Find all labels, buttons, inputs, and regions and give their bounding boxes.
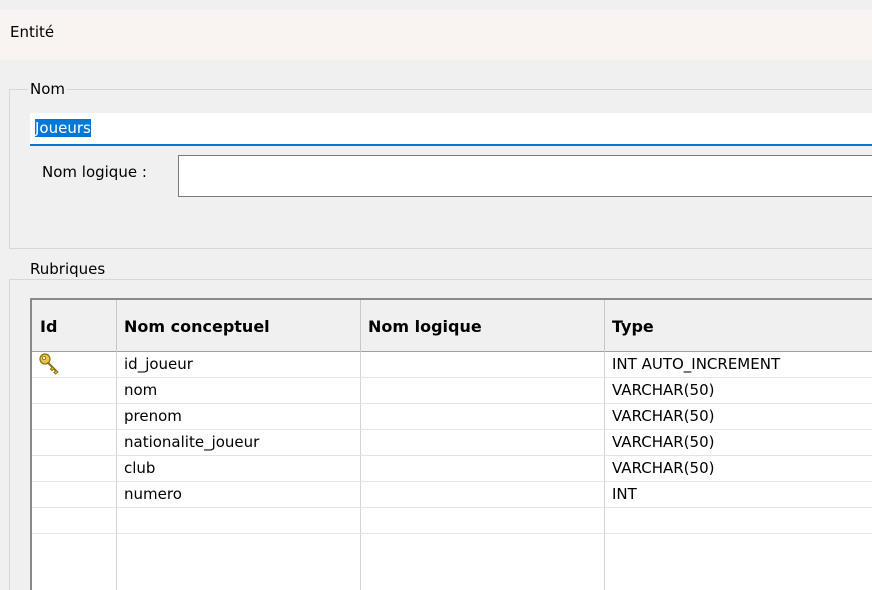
- cell-nom-conceptuel: [116, 508, 360, 533]
- rubriques-grid[interactable]: Id Nom conceptuel Nom logique Type id_jo…: [30, 298, 872, 590]
- cell-nom-logique: [360, 482, 604, 507]
- cell-type: VARCHAR(50): [612, 407, 715, 425]
- column-header-nom-logique[interactable]: Nom logique: [360, 300, 604, 352]
- key-icon: [39, 353, 59, 375]
- cell-id: [32, 456, 116, 481]
- window-title: Entité: [0, 10, 872, 60]
- table-row[interactable]: nom VARCHAR(50): [32, 378, 872, 404]
- cell-id: [32, 352, 116, 377]
- cell-nom-logique: [360, 378, 604, 403]
- rubriques-group-legend: Rubriques: [28, 260, 108, 278]
- cell-nom-logique: [360, 508, 604, 533]
- window-title-text: Entité: [10, 23, 55, 41]
- cell-id: [32, 430, 116, 455]
- cell-id: [32, 482, 116, 507]
- cell-nom-conceptuel: id_joueur: [124, 355, 193, 373]
- column-header-type[interactable]: Type: [604, 300, 872, 352]
- cell-type: VARCHAR(50): [612, 433, 715, 451]
- nom-input[interactable]: Joueurs: [30, 113, 872, 146]
- table-row[interactable]: id_joueur INT AUTO_INCREMENT: [32, 352, 872, 378]
- cell-type: [604, 508, 872, 533]
- cell-type: VARCHAR(50): [612, 459, 715, 477]
- column-header-nom-conceptuel[interactable]: Nom conceptuel: [116, 300, 360, 352]
- table-row[interactable]: prenom VARCHAR(50): [32, 404, 872, 430]
- nom-logique-input[interactable]: [178, 155, 872, 197]
- cell-nom-conceptuel: nom: [124, 381, 158, 399]
- cell-nom-logique: [360, 430, 604, 455]
- cell-type: INT AUTO_INCREMENT: [612, 355, 781, 373]
- cell-nom-conceptuel: numero: [124, 485, 182, 503]
- table-row[interactable]: club VARCHAR(50): [32, 456, 872, 482]
- table-row[interactable]: numero INT: [32, 482, 872, 508]
- nom-input-value: Joueurs: [35, 119, 91, 137]
- cell-id: [32, 404, 116, 429]
- cell-nom-conceptuel: club: [124, 459, 156, 477]
- cell-nom-logique: [360, 404, 604, 429]
- table-row[interactable]: nationalite_joueur VARCHAR(50): [32, 430, 872, 456]
- nom-logique-label: Nom logique :: [42, 163, 147, 181]
- cell-type: INT: [612, 485, 637, 503]
- column-header-id[interactable]: Id: [32, 300, 116, 352]
- cell-id: [32, 378, 116, 403]
- table-row-empty[interactable]: [32, 508, 872, 534]
- cell-nom-logique: [360, 352, 604, 377]
- cell-nom-logique: [360, 456, 604, 481]
- cell-id: [32, 508, 116, 533]
- cell-nom-conceptuel: prenom: [124, 407, 182, 425]
- nom-group-legend: Nom: [28, 80, 68, 98]
- cell-nom-conceptuel: nationalite_joueur: [124, 433, 260, 451]
- cell-type: VARCHAR(50): [612, 381, 715, 399]
- grid-header: Id Nom conceptuel Nom logique Type: [32, 300, 872, 352]
